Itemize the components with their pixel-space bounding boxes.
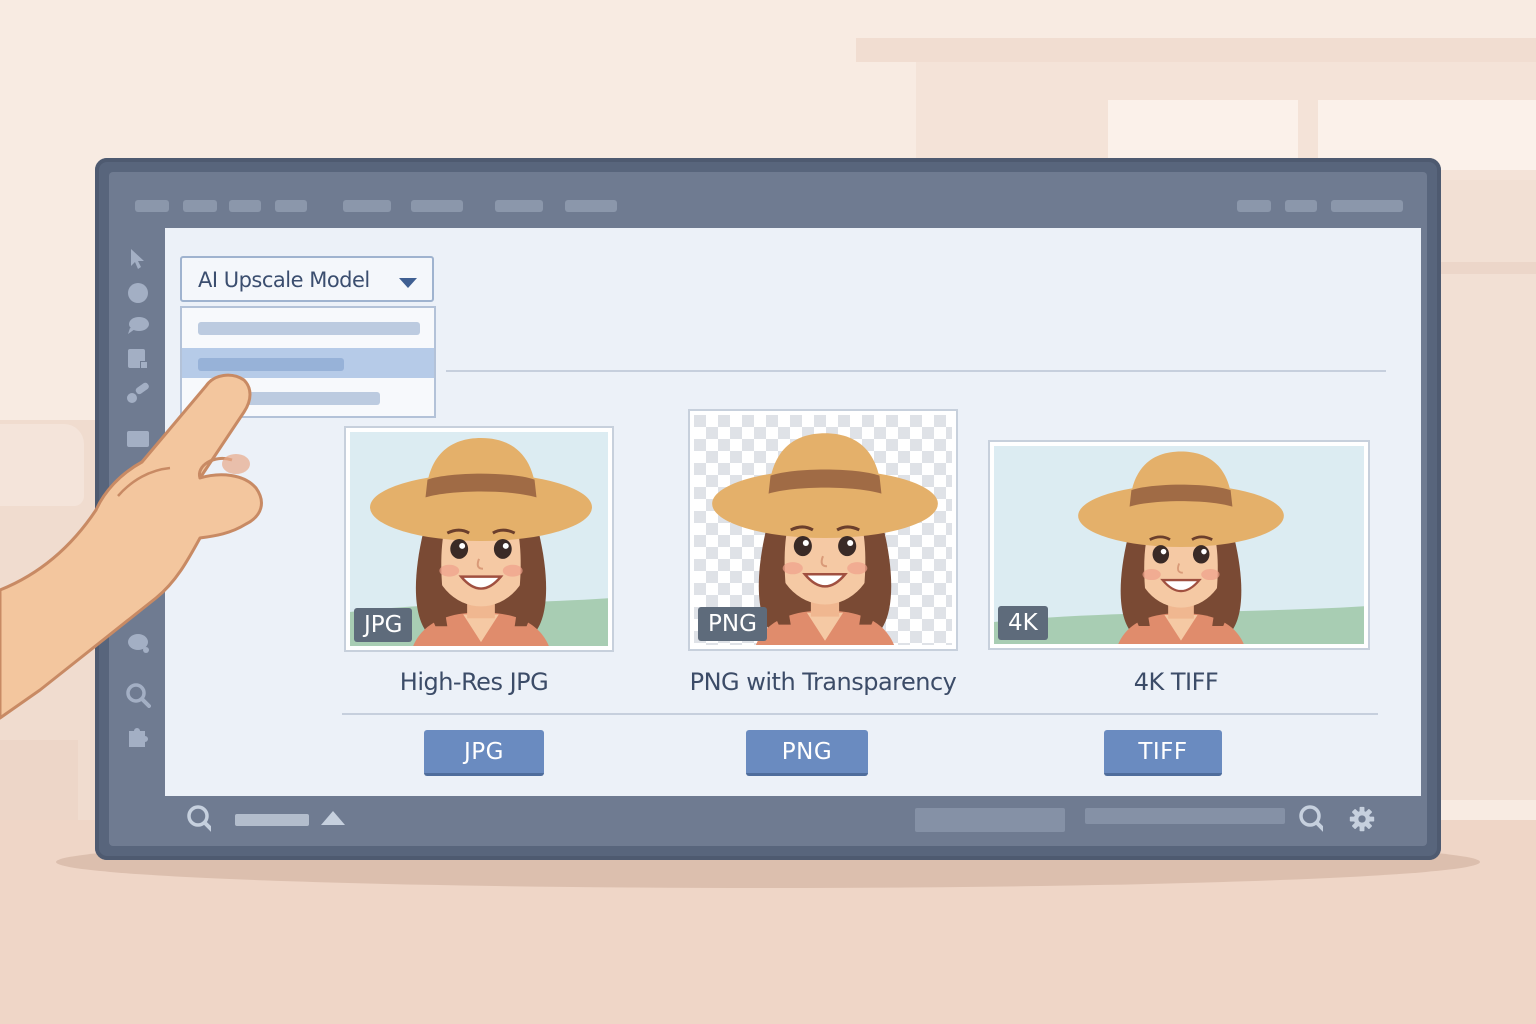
menu-item[interactable] (1285, 200, 1317, 212)
format-badge: JPG (354, 608, 413, 642)
triangle-up-icon[interactable] (319, 804, 345, 830)
menu-item[interactable] (565, 200, 617, 212)
output-preview-jpg[interactable]: JPG (344, 426, 614, 652)
menu-item[interactable] (1237, 200, 1271, 212)
menu-item[interactable] (411, 200, 463, 212)
export-tiff-button[interactable]: TIFF (1104, 730, 1222, 776)
menu-item[interactable] (343, 200, 391, 212)
menu-item[interactable] (229, 200, 261, 212)
export-png-button[interactable]: PNG (746, 730, 868, 776)
gear-icon[interactable] (1349, 806, 1375, 832)
zoom-slider[interactable] (235, 814, 309, 826)
menu-bar (109, 172, 1427, 228)
export-jpg-button[interactable]: JPG (424, 730, 544, 776)
dropdown-label: AI Upscale Model (198, 268, 370, 292)
output-caption: 4K TIFF (1133, 668, 1219, 696)
chevron-down-icon (398, 274, 418, 293)
divider (342, 713, 1378, 715)
side-table (0, 740, 78, 820)
search-icon[interactable] (1297, 805, 1323, 832)
menu-item[interactable] (495, 200, 543, 212)
output-caption: High-Res JPG (399, 668, 549, 696)
portrait-image (994, 446, 1364, 644)
search-icon[interactable] (185, 805, 211, 832)
menu-item[interactable] (1331, 200, 1403, 212)
output-preview-png[interactable]: PNG (688, 409, 958, 651)
divider (446, 370, 1386, 372)
dropdown-option[interactable] (182, 312, 434, 342)
status-field (1085, 808, 1285, 824)
menu-item[interactable] (135, 200, 169, 212)
format-badge: PNG (698, 607, 767, 641)
pointer-icon[interactable] (125, 246, 151, 272)
pointing-hand (0, 373, 263, 720)
wall-shelf (856, 38, 1536, 62)
menu-item[interactable] (275, 200, 307, 212)
output-caption: PNG with Transparency (689, 668, 957, 696)
status-bar (109, 798, 1427, 846)
option-label-placeholder (198, 322, 420, 335)
wall-trim (1440, 262, 1536, 274)
menu-item[interactable] (183, 200, 217, 212)
status-field (915, 808, 1065, 832)
output-preview-4k[interactable]: 4K (988, 440, 1370, 650)
upscale-model-dropdown[interactable]: AI Upscale Model (180, 256, 434, 302)
format-badge: 4K (998, 606, 1048, 640)
speech-bubble-icon[interactable] (125, 312, 151, 338)
circle-icon[interactable] (125, 280, 151, 306)
